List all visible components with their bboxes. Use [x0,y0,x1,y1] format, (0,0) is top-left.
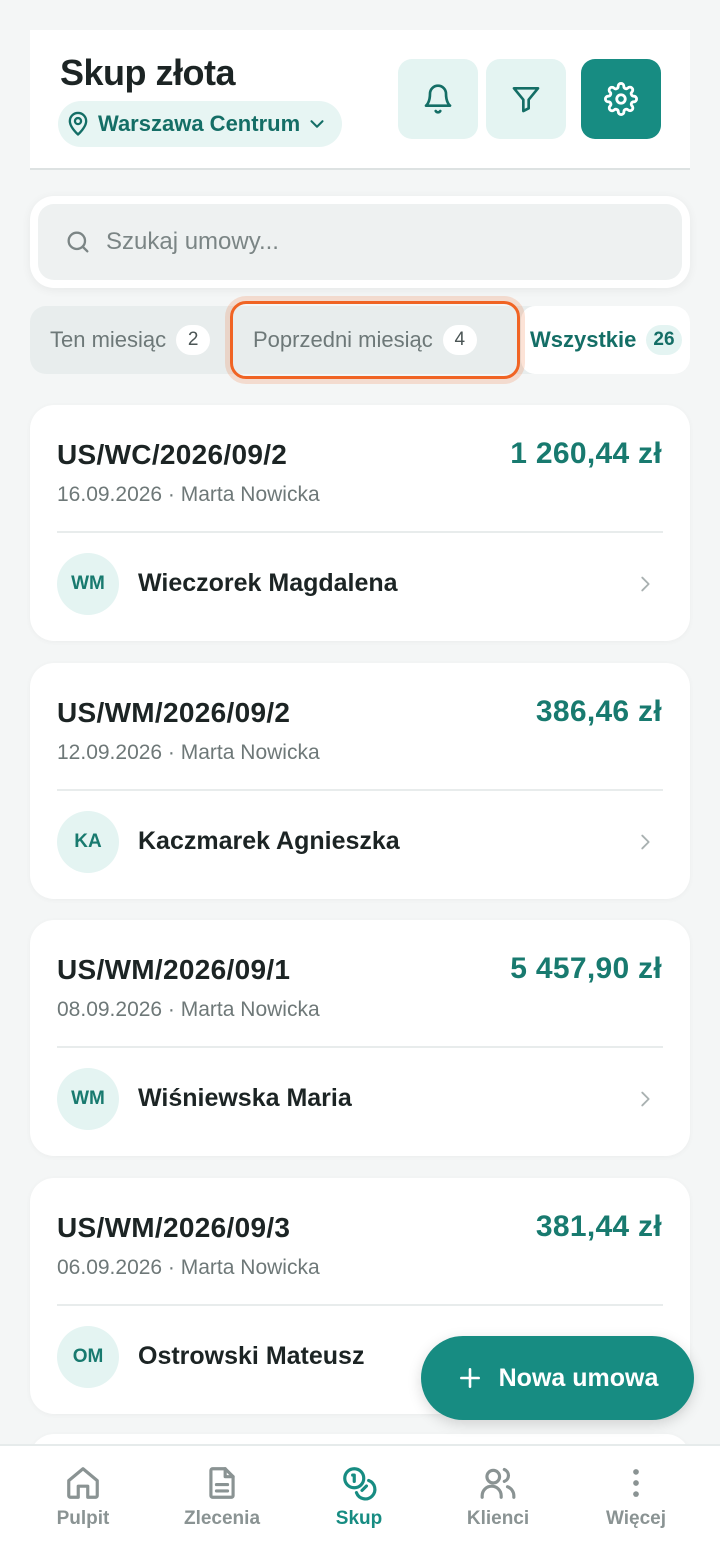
bell-icon [424,84,452,114]
tab-previous-month[interactable]: Poprzedni miesiąc 4 [253,306,477,374]
tab-all[interactable]: Wszystkie 26 [521,306,690,374]
contract-amount: 381,44 zł [535,1210,662,1243]
filter-button[interactable] [486,59,566,139]
page-title: Skup złota [60,52,236,93]
client-name: Ostrowski Mateusz [138,1342,365,1370]
chevron-right-icon [641,576,650,592]
chevron-down-icon [310,120,324,128]
home-icon [67,1467,99,1499]
client-name: Wieczorek Magdalena [138,569,398,597]
contract-amount: 1 260,44 zł [510,437,662,470]
filter-icon [512,87,540,113]
search-input[interactable] [106,228,626,256]
contract-amount: 386,46 zł [535,695,662,728]
nav-label: Klienci [466,1508,530,1529]
contract-number: US/WM/2026/09/1 [57,954,291,985]
card-divider [57,1304,663,1306]
contract-number: US/WC/2026/09/2 [57,439,288,470]
client-name: Kaczmarek Agnieszka [138,827,400,855]
new-contract-button[interactable]: Nowa umowa [421,1336,694,1420]
location-label: Warszawa Centrum [98,111,301,136]
nav-label: Więcej [605,1508,667,1529]
nav-item-zlecenia[interactable]: Zlecenia [167,1464,277,1530]
search-container [30,196,690,288]
avatar: WM [57,553,119,615]
plus-icon [459,1368,480,1388]
chevron-right-icon [641,834,650,850]
gear-icon [604,82,638,116]
contract-meta: 16.09.2026 · Marta Nowicka [57,483,320,506]
users-icon [480,1467,516,1499]
location-selector[interactable]: Warszawa Centrum [58,101,343,147]
nav-item-pulpit[interactable]: Pulpit [28,1464,138,1530]
tab-count-badge: 2 [176,325,211,355]
card-divider [57,789,663,791]
contract-card[interactable]: US/WC/2026/09/2 1 260,44 zł 16.09.2026 ·… [30,405,690,641]
search-icon [67,231,89,253]
contract-meta: 12.09.2026 · Marta Nowicka [57,741,320,764]
new-contract-label: Nowa umowa [498,1363,659,1392]
nav-label: Pulpit [56,1508,110,1529]
contract-number: US/WM/2026/09/2 [57,697,291,728]
coins-icon [343,1467,377,1501]
period-tabs: Ten miesiąc 2 Poprzedni miesiąc 4 Wszyst… [30,306,690,374]
tab-label: Ten miesiąc [50,327,167,352]
app-header: Skup złota Warszawa Centrum [30,30,690,170]
tab-count-badge: 4 [442,325,477,355]
contract-card[interactable]: US/WM/2026/09/2 386,46 zł 12.09.2026 · M… [30,663,690,899]
settings-button[interactable] [581,59,661,139]
card-divider [57,531,663,533]
tab-count-badge: 26 [646,325,682,355]
nav-label: Zlecenia [183,1508,261,1529]
client-name: Wiśniewska Maria [138,1084,352,1112]
tab-this-month[interactable]: Ten miesiąc 2 [50,306,211,374]
contract-number: US/WM/2026/09/3 [57,1212,291,1243]
tab-label: Wszystkie [530,327,637,352]
notifications-button[interactable] [398,59,478,139]
nav-item-skup[interactable]: Skup [304,1464,414,1530]
avatar: OM [57,1326,119,1388]
contract-card[interactable]: US/WM/2026/09/1 5 457,90 zł 08.09.2026 ·… [30,920,690,1156]
nav-label: Skup [335,1508,383,1529]
contract-meta: 08.09.2026 · Marta Nowicka [57,998,320,1021]
document-icon [209,1467,235,1499]
contract-amount: 5 457,90 zł [510,952,662,985]
search-field[interactable] [38,204,682,280]
nav-item-klienci[interactable]: Klienci [443,1464,553,1530]
location-pin-icon [68,111,88,136]
tab-label: Poprzedni miesiąc [253,327,433,352]
more-vertical-icon [633,1469,639,1497]
nav-item-wiecej[interactable]: Więcej [581,1464,691,1530]
avatar: KA [57,811,119,873]
card-divider [57,1046,663,1048]
bottom-navigation: Pulpit Zlecenia Skup Klienci Więcej [0,1444,720,1561]
contract-meta: 06.09.2026 · Marta Nowicka [57,1256,320,1279]
chevron-right-icon [641,1091,650,1107]
avatar: WM [57,1068,119,1130]
